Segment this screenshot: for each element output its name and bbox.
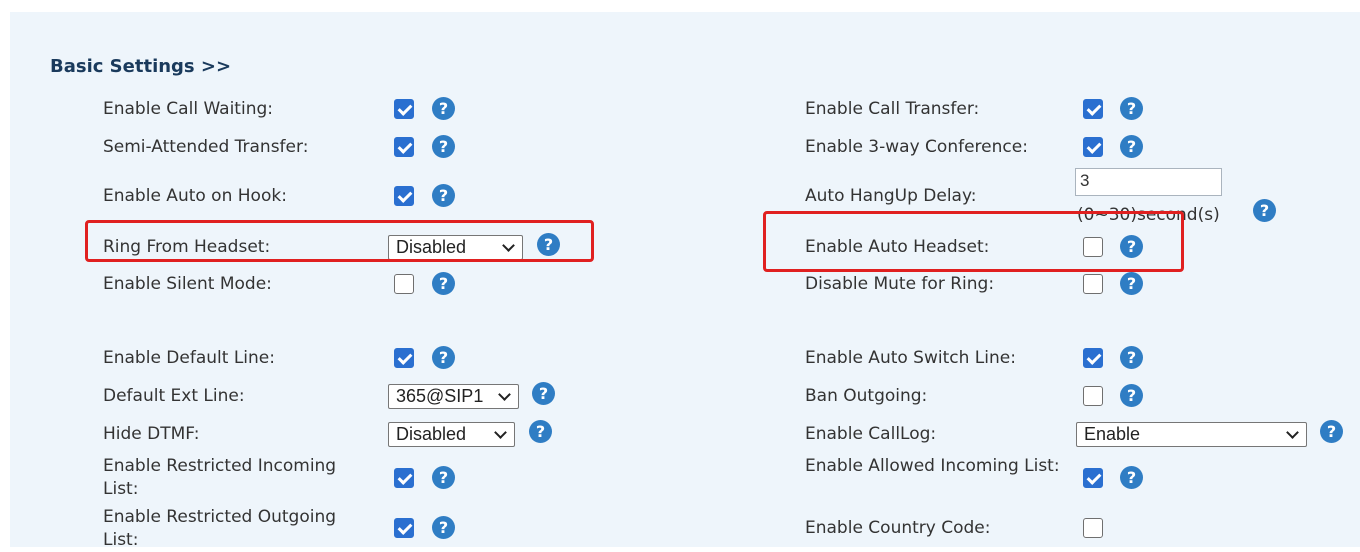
highlight-box bbox=[85, 220, 594, 262]
disable-mute-ring-label: Disable Mute for Ring: bbox=[805, 274, 995, 294]
auto-hangup-delay-label: Auto HangUp Delay: bbox=[805, 186, 977, 206]
calllog-select[interactable]: Enable bbox=[1076, 422, 1307, 447]
help-icon[interactable]: ? bbox=[1120, 384, 1143, 407]
call-waiting-label: Enable Call Waiting: bbox=[103, 99, 273, 119]
call-transfer-label: Enable Call Transfer: bbox=[805, 99, 980, 119]
restricted-outgoing-checkbox[interactable] bbox=[394, 518, 414, 538]
calllog-value: Enable bbox=[1084, 424, 1141, 444]
default-line-label: Enable Default Line: bbox=[103, 348, 275, 368]
restricted-outgoing-label: Enable Restricted Outgoing List: bbox=[103, 507, 337, 550]
help-icon[interactable]: ? bbox=[432, 135, 455, 158]
auto-switch-line-label: Enable Auto Switch Line: bbox=[805, 348, 1016, 368]
hide-dtmf-value: Disabled bbox=[396, 424, 467, 444]
section-title: Basic Settings >> bbox=[50, 56, 232, 77]
help-icon[interactable]: ? bbox=[432, 346, 455, 369]
help-icon[interactable]: ? bbox=[432, 516, 455, 539]
help-icon[interactable]: ? bbox=[1120, 346, 1143, 369]
ban-outgoing-label: Ban Outgoing: bbox=[805, 386, 928, 406]
chevron-down-icon bbox=[498, 388, 511, 401]
auto-on-hook-checkbox[interactable] bbox=[394, 186, 414, 206]
help-icon[interactable]: ? bbox=[1120, 466, 1143, 489]
default-ext-line-value: 365@SIP1 bbox=[396, 386, 484, 406]
country-code-label: Enable Country Code: bbox=[805, 518, 991, 538]
auto-hangup-delay-input[interactable]: 3 bbox=[1075, 168, 1222, 196]
help-icon[interactable]: ? bbox=[432, 272, 455, 295]
restricted-incoming-checkbox[interactable] bbox=[394, 468, 414, 488]
allowed-incoming-label: Enable Allowed Incoming List: bbox=[805, 456, 1060, 476]
help-icon[interactable]: ? bbox=[1120, 97, 1143, 120]
country-code-checkbox[interactable] bbox=[1083, 518, 1103, 538]
help-icon[interactable]: ? bbox=[432, 184, 455, 207]
restricted-incoming-label: Enable Restricted Incoming List: bbox=[103, 456, 337, 499]
auto-on-hook-label: Enable Auto on Hook: bbox=[103, 186, 287, 206]
chevron-down-icon bbox=[1286, 426, 1299, 439]
ban-outgoing-checkbox[interactable] bbox=[1083, 386, 1103, 406]
help-icon[interactable]: ? bbox=[1120, 135, 1143, 158]
three-way-conference-checkbox[interactable] bbox=[1083, 137, 1103, 157]
help-icon[interactable]: ? bbox=[1320, 420, 1343, 443]
semi-attended-transfer-label: Semi-Attended Transfer: bbox=[103, 137, 309, 157]
help-icon[interactable]: ? bbox=[432, 466, 455, 489]
disable-mute-ring-checkbox[interactable] bbox=[1083, 274, 1103, 294]
calllog-label: Enable CallLog: bbox=[805, 424, 937, 444]
hide-dtmf-select[interactable]: Disabled bbox=[388, 422, 515, 447]
highlight-box bbox=[763, 211, 1184, 272]
silent-mode-label: Enable Silent Mode: bbox=[103, 274, 272, 294]
call-transfer-checkbox[interactable] bbox=[1083, 99, 1103, 119]
semi-attended-transfer-checkbox[interactable] bbox=[394, 137, 414, 157]
default-ext-line-label: Default Ext Line: bbox=[103, 386, 245, 406]
help-icon[interactable]: ? bbox=[432, 97, 455, 120]
help-icon[interactable]: ? bbox=[529, 420, 552, 443]
help-icon[interactable]: ? bbox=[1120, 272, 1143, 295]
auto-switch-line-checkbox[interactable] bbox=[1083, 348, 1103, 368]
hide-dtmf-label: Hide DTMF: bbox=[103, 424, 200, 444]
default-ext-line-select[interactable]: 365@SIP1 bbox=[388, 384, 519, 409]
chevron-down-icon bbox=[494, 426, 507, 439]
call-waiting-checkbox[interactable] bbox=[394, 99, 414, 119]
three-way-conference-label: Enable 3-way Conference: bbox=[805, 137, 1028, 157]
silent-mode-checkbox[interactable] bbox=[394, 274, 414, 294]
help-icon[interactable]: ? bbox=[1253, 199, 1276, 222]
help-icon[interactable]: ? bbox=[532, 382, 555, 405]
default-line-checkbox[interactable] bbox=[394, 348, 414, 368]
allowed-incoming-checkbox[interactable] bbox=[1083, 468, 1103, 488]
